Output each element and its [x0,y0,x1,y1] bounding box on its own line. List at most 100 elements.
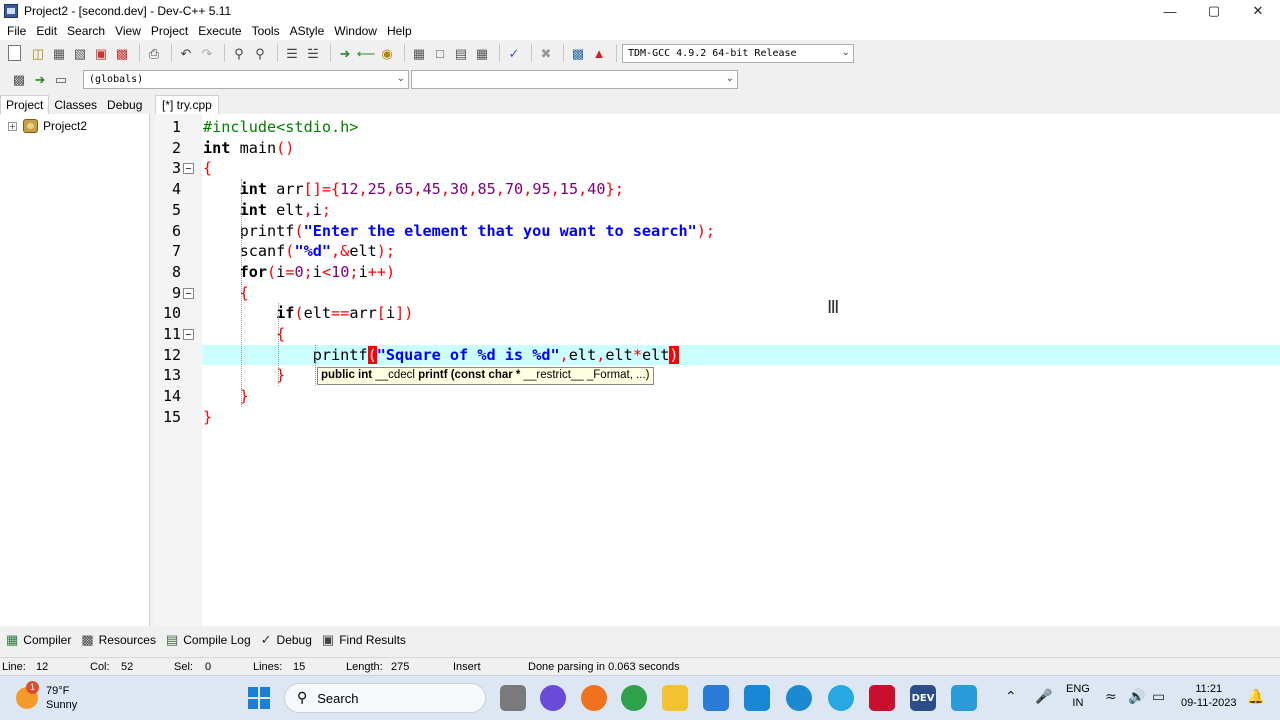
sun-icon: 1 [16,681,39,709]
store-icon[interactable] [703,685,729,711]
code-line[interactable]: } [203,366,285,384]
tab-compiler[interactable]: ▦ Compiler [6,632,71,648]
code-line[interactable]: { [203,159,212,177]
stop-execution-icon[interactable]: ✖ [537,44,555,62]
microphone-icon[interactable]: 🎤 [1035,689,1052,705]
save-all-icon[interactable]: ▧ [71,44,89,62]
close-button[interactable]: ✕ [1236,0,1280,22]
check-syntax-icon[interactable]: ✓ [505,44,523,62]
goto-bookmark-icon[interactable]: ▭ [52,70,70,88]
scope-select[interactable]: (globals) ⌄ [83,69,409,89]
tab-compile-log[interactable]: ▤ Compile Log [166,632,251,648]
mcafee-icon[interactable] [869,685,895,711]
grid-icon[interactable]: ▦ [473,44,491,62]
fold-toggle-icon[interactable] [183,329,194,340]
menu-tools[interactable]: Tools [247,24,285,38]
clock[interactable]: 11:21 09-11-2023 [1181,682,1236,710]
fold-toggle-icon[interactable] [183,163,194,175]
line-number: 15 [162,407,181,426]
menu-window[interactable]: Window [329,24,382,38]
member-select[interactable]: ⌄ [411,69,738,89]
chat-icon[interactable] [540,685,566,711]
insert-icon[interactable]: ▩ [10,70,28,88]
toggle-bookmark-icon[interactable]: ➜ [31,70,49,88]
clock-date: 09-11-2023 [1181,697,1237,709]
undo-icon[interactable]: ↶ [177,44,195,62]
menu-edit[interactable]: Edit [31,24,62,38]
language-indicator[interactable]: ENG IN [1066,682,1090,710]
find-icon[interactable]: ⚲ [230,44,248,62]
expand-icon[interactable]: + [8,121,17,131]
code-line[interactable]: int main() [203,139,294,157]
indent-icon[interactable]: ☰ [283,44,301,62]
tab-debug[interactable]: Debug [102,96,147,114]
taskbar-search[interactable]: ⚲ Search [284,683,486,713]
task-view-icon[interactable] [500,685,526,711]
tile-icon[interactable]: ▦ [410,44,428,62]
bookmark-icon[interactable]: ◉ [378,44,396,62]
tab-try-cpp[interactable]: [*] try.cpp [155,95,219,114]
code-line[interactable]: for(i=0;i<10;i++) [203,263,396,281]
help-icon[interactable] [828,685,854,711]
code-line[interactable]: scanf("%d",&elt); [203,242,396,260]
code-line[interactable]: printf("Enter the element that you want … [203,222,716,240]
print-icon[interactable]: ⎙ [145,44,163,62]
new-file-icon[interactable] [8,45,21,61]
code-line[interactable]: { [203,325,285,343]
battery-icon[interactable]: ▭ [1152,689,1165,705]
back-icon[interactable]: ⟵ [357,44,376,62]
layout-icon[interactable]: ▤ [452,44,470,62]
close-file-icon[interactable]: ▣ [92,44,110,62]
code-line[interactable]: } [203,408,212,426]
code-line[interactable]: int arr[]={12,25,65,45,30,85,70,95,15,40… [203,180,624,198]
menu-search[interactable]: Search [62,24,110,38]
code-line[interactable]: printf("Square of %d is %d",elt,elt*elt) [203,345,679,364]
hp-icon[interactable] [744,685,770,711]
chrome-icon[interactable] [621,685,647,711]
code-line[interactable]: #include<stdio.h> [203,118,358,136]
window-icon[interactable]: □ [431,44,449,62]
menu-help[interactable]: Help [382,24,417,38]
debug-bug-icon[interactable]: ▲ [590,44,608,62]
wifi-icon[interactable]: ≈ [1105,689,1117,705]
tab-classes[interactable]: Classes [49,96,102,114]
profile-chart-icon[interactable]: ▩ [569,44,587,62]
minimize-button[interactable]: — [1148,0,1192,22]
goto-icon[interactable]: ➜ [336,44,354,62]
tree-item-project2[interactable]: + Project2 [8,119,87,133]
notification-bell-icon[interactable]: 🔔 [1247,689,1264,705]
menu-astyle[interactable]: AStyle [285,24,330,38]
replace-icon[interactable]: ⚲ [251,44,269,62]
edge-icon[interactable] [786,685,812,711]
save-icon[interactable]: ▦ [50,44,68,62]
code-token: 95 [532,180,551,199]
volume-icon[interactable]: 🔊 [1128,689,1145,705]
firefox-icon[interactable] [581,685,607,711]
file-explorer-icon[interactable] [662,685,688,711]
windows-start-icon[interactable] [246,685,272,711]
calltip-parameters: __restrict__ _Format, ...) [523,369,650,381]
code-line[interactable]: int elt,i; [203,201,331,219]
status-length: 275 [391,661,410,673]
chevron-up-icon[interactable]: ⌃ [1005,689,1017,705]
tab-debug-output[interactable]: ✓ Debug [261,632,312,648]
maximize-button[interactable]: ▢ [1192,0,1236,22]
line-number: 10 [162,304,181,323]
open-file-icon[interactable]: ◫ [29,44,47,62]
menu-project[interactable]: Project [146,24,193,38]
menu-execute[interactable]: Execute [193,24,246,38]
tab-project[interactable]: Project [0,95,50,114]
unindent-icon[interactable]: ☱ [304,44,322,62]
tab-find-results[interactable]: ▣ Find Results [322,632,406,648]
tab-resources[interactable]: ▩ Resources [81,632,156,648]
notepad-icon[interactable] [951,685,977,711]
devcpp-taskbar-icon[interactable]: DEV [910,685,936,711]
redo-icon[interactable]: ↷ [198,44,216,62]
weather-widget[interactable]: 1 79°F Sunny [16,681,77,712]
fold-toggle-icon[interactable] [183,287,194,299]
close-all-icon[interactable]: ▩ [113,44,131,62]
menu-file[interactable]: File [2,24,31,38]
code-line[interactable]: if(elt==arr[i]) [203,304,413,322]
compiler-select[interactable]: TDM-GCC 4.9.2 64-bit Release ⌄ [622,43,854,63]
menu-view[interactable]: View [110,24,146,38]
